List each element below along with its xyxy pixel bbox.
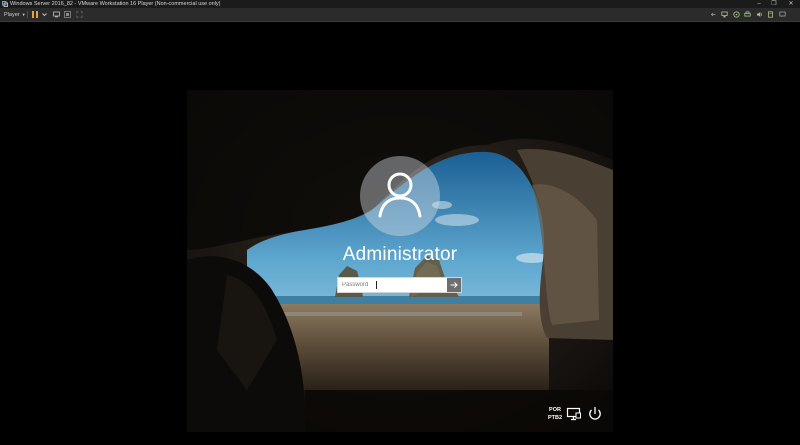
language-code: POR bbox=[549, 407, 561, 413]
network-adapter-icon[interactable] bbox=[721, 11, 728, 18]
username-label: Administrator bbox=[342, 244, 458, 265]
removable-device-icon[interactable] bbox=[733, 11, 740, 18]
player-toolbar: Player ▼ bbox=[0, 8, 800, 22]
back-icon[interactable] bbox=[710, 11, 717, 18]
language-indicator[interactable]: POR PTB2 bbox=[546, 406, 564, 422]
submit-button[interactable] bbox=[447, 278, 461, 292]
sound-icon[interactable] bbox=[756, 11, 763, 18]
user-icon bbox=[378, 172, 422, 218]
player-menu-label: Player bbox=[4, 12, 20, 18]
text-cursor bbox=[376, 281, 377, 289]
maximize-icon[interactable]: ❐ bbox=[767, 0, 781, 8]
send-ctrl-alt-del-icon[interactable] bbox=[53, 11, 60, 18]
vmware-app-icon bbox=[2, 1, 8, 7]
power-icon[interactable] bbox=[587, 406, 603, 422]
minimize-icon[interactable]: – bbox=[752, 0, 766, 8]
unity-icon[interactable] bbox=[64, 11, 71, 18]
dropdown-icon[interactable] bbox=[41, 11, 48, 18]
fullscreen-icon[interactable] bbox=[76, 11, 83, 18]
message-log-icon[interactable] bbox=[779, 11, 786, 18]
lock-screen[interactable]: Administrator POR PTB2 bbox=[187, 90, 613, 432]
password-input[interactable] bbox=[338, 278, 446, 292]
usb-icon[interactable] bbox=[767, 11, 774, 18]
user-avatar bbox=[360, 156, 440, 236]
password-field-container bbox=[337, 277, 462, 293]
pause-icon[interactable] bbox=[31, 10, 39, 19]
keyboard-layout-code: PTB2 bbox=[547, 415, 563, 421]
vm-display[interactable]: Administrator POR PTB2 bbox=[0, 22, 800, 445]
player-menu[interactable]: Player ▼ bbox=[2, 10, 28, 19]
toolbar-divider bbox=[27, 11, 28, 18]
chevron-down-icon: ▼ bbox=[21, 12, 26, 17]
printer-icon[interactable] bbox=[744, 11, 751, 18]
arrow-right-icon bbox=[450, 282, 458, 288]
window-title-bar: Windows Server 2016_82 - VMware Workstat… bbox=[0, 0, 800, 8]
network-icon[interactable] bbox=[566, 406, 582, 422]
window-title: Windows Server 2016_82 - VMware Workstat… bbox=[10, 1, 221, 7]
close-icon[interactable]: ✕ bbox=[784, 0, 798, 8]
